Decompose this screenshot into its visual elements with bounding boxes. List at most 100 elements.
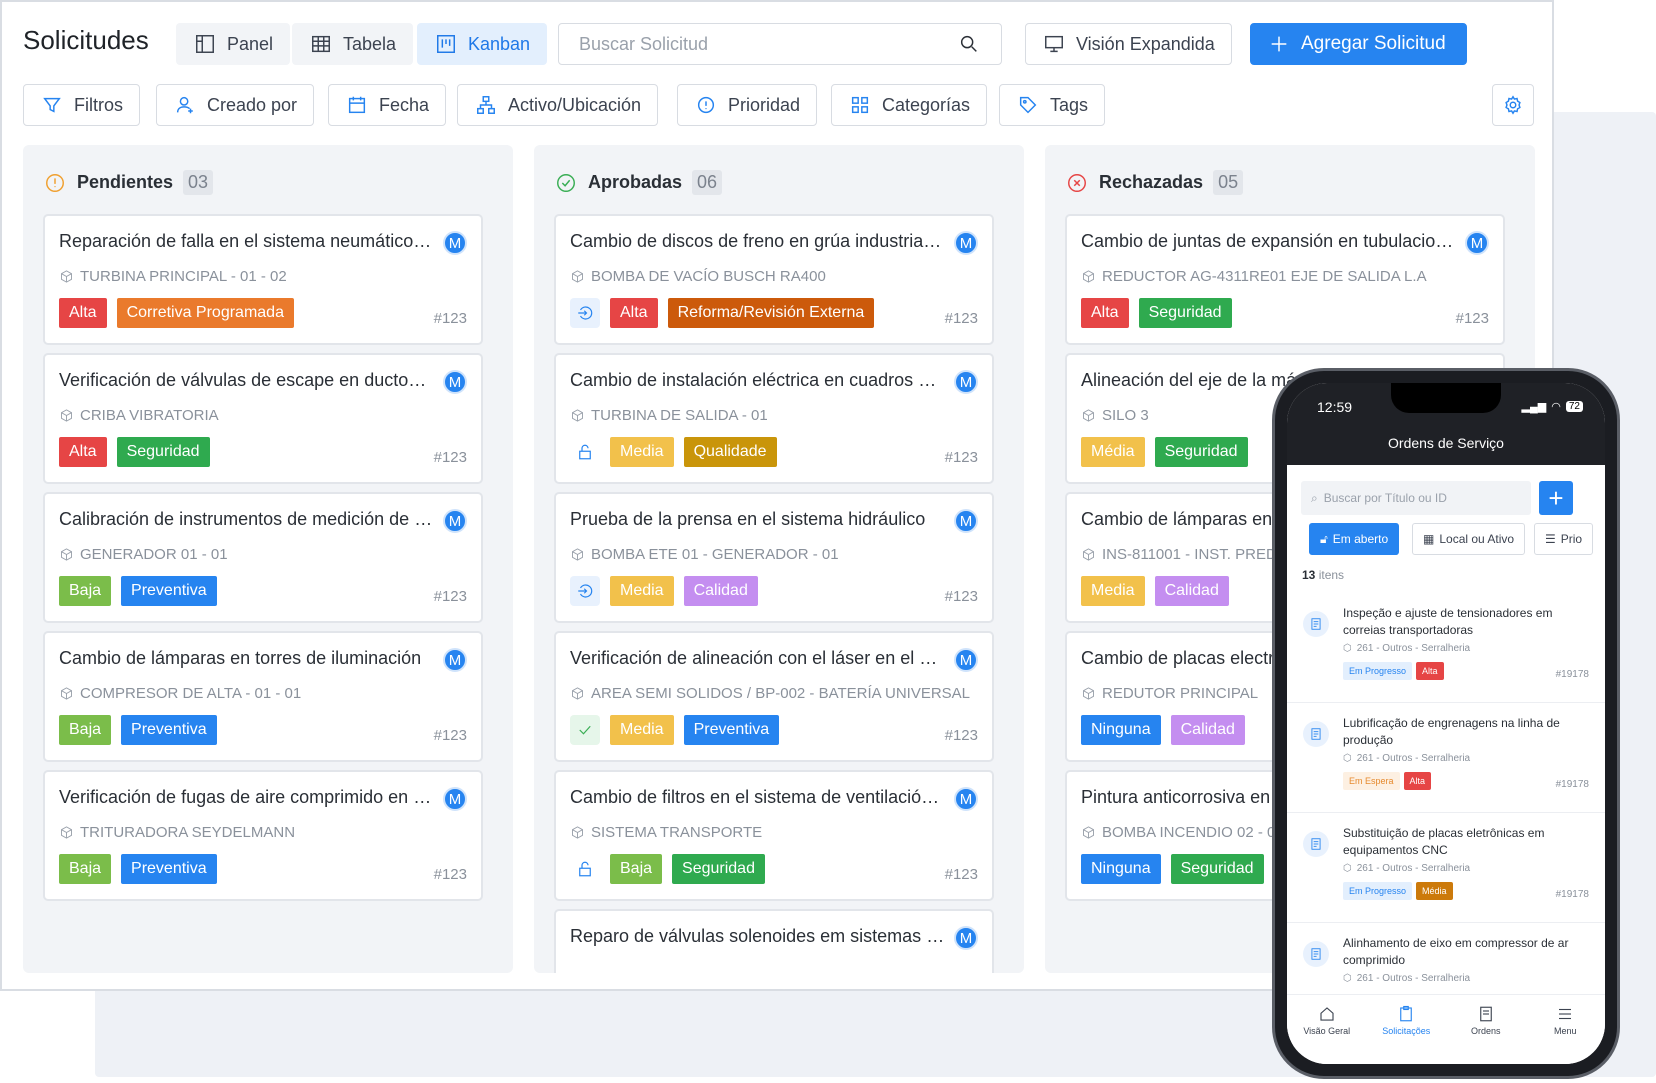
nav-menu[interactable]: Menu bbox=[1530, 1005, 1600, 1064]
chip-label: Local ou Ativo bbox=[1439, 532, 1515, 546]
avatar[interactable]: M bbox=[443, 231, 467, 255]
avatar[interactable]: M bbox=[443, 509, 467, 533]
funnel-icon bbox=[40, 93, 64, 117]
kanban-icon bbox=[434, 32, 458, 56]
view-kanban-button[interactable]: Kanban bbox=[417, 23, 548, 65]
nav-overview[interactable]: Visão Geral bbox=[1292, 1005, 1362, 1064]
avatar[interactable]: M bbox=[443, 370, 467, 394]
request-card[interactable]: Verificación de alineación con el láser … bbox=[554, 631, 994, 762]
priority-tag: Media bbox=[610, 437, 674, 467]
cube-icon: ⬡ bbox=[1343, 643, 1352, 654]
add-request-button[interactable]: Agregar Solicitud bbox=[1250, 23, 1467, 65]
asset-label: TRITURADORA SEYDELMANN bbox=[80, 824, 296, 841]
date-filter[interactable]: Fecha bbox=[328, 84, 447, 126]
request-card[interactable]: Cambio de filtros en el sistema de venti… bbox=[554, 770, 994, 901]
view-table-button[interactable]: Tabela bbox=[292, 23, 414, 65]
column-aprobadas: Aprobadas 06 Cambio de discos de freno e… bbox=[534, 145, 1024, 973]
nav-label: Menu bbox=[1553, 1026, 1577, 1036]
avatar[interactable]: M bbox=[954, 648, 978, 672]
list-item[interactable]: Substituição de placas eletrônicas em eq… bbox=[1287, 813, 1605, 923]
priority-filter[interactable]: Prioridad bbox=[677, 84, 818, 126]
check-circle-icon bbox=[554, 171, 578, 195]
card-asset: SISTEMA TRANSPORTE bbox=[570, 824, 762, 841]
phone-header: 12:59 ▂▄▆ ◠ 72 Ordens de Serviço bbox=[1287, 383, 1605, 465]
priority-badge: Alta bbox=[1403, 772, 1432, 790]
column-count: 06 bbox=[692, 170, 723, 195]
calendar-icon: ▦ bbox=[1423, 532, 1435, 546]
categories-label: Categorías bbox=[882, 94, 971, 115]
priority-label: Prioridad bbox=[728, 94, 801, 115]
plus-icon bbox=[1267, 32, 1291, 56]
search-placeholder: Buscar Solicitud bbox=[579, 33, 709, 54]
expanded-view-button[interactable]: Visión Expandida bbox=[1025, 23, 1232, 65]
category-tag: Calidad bbox=[1154, 576, 1229, 606]
item-count-number: 13 bbox=[1302, 568, 1316, 582]
phone-search-input[interactable]: ⌕ Buscar por Título ou ID bbox=[1301, 481, 1531, 515]
card-number: #123 bbox=[944, 449, 978, 466]
warning-icon bbox=[43, 171, 67, 195]
card-number: #123 bbox=[433, 310, 467, 327]
cube-icon bbox=[1083, 687, 1094, 700]
avatar[interactable]: M bbox=[954, 370, 978, 394]
item-number: #19178 bbox=[1555, 889, 1589, 900]
card-asset: GENERADOR 01 - 01 bbox=[59, 546, 228, 563]
item-title: Inspeção e ajuste de tensionadores em co… bbox=[1343, 606, 1553, 637]
card-title: Prueba de la prensa en el sistema hidráu… bbox=[570, 509, 926, 529]
cube-icon bbox=[61, 548, 72, 561]
request-card[interactable]: Cambio de juntas de expansión en tubulac… bbox=[1065, 214, 1505, 345]
document-icon bbox=[1479, 1006, 1492, 1022]
nav-requests[interactable]: Solicitações bbox=[1371, 1005, 1441, 1064]
chip-open[interactable]: 🔓︎ Em aberto bbox=[1309, 523, 1400, 555]
avatar[interactable]: M bbox=[954, 509, 978, 533]
hierarchy-icon bbox=[474, 93, 498, 117]
page-title: Solicitudes bbox=[23, 25, 149, 55]
phone-title: Ordens de Serviço bbox=[1388, 435, 1504, 451]
column-header: Pendientes 03 bbox=[43, 170, 214, 195]
tags-filter[interactable]: Tags bbox=[999, 84, 1106, 126]
avatar[interactable]: M bbox=[443, 787, 467, 811]
categories-filter[interactable]: Categorías bbox=[831, 84, 988, 126]
avatar[interactable]: M bbox=[954, 926, 978, 950]
avatar[interactable]: M bbox=[1465, 231, 1489, 255]
nav-orders[interactable]: Ordens bbox=[1451, 1005, 1521, 1064]
chip-location[interactable]: ▦ Local ou Ativo bbox=[1412, 523, 1526, 555]
card-title: Cambio de filtros en el sistema de venti… bbox=[570, 787, 945, 807]
created-by-filter[interactable]: Creado por bbox=[156, 84, 315, 126]
asset-location-filter[interactable]: Activo/Ubicación bbox=[457, 84, 659, 126]
avatar[interactable]: M bbox=[443, 648, 467, 672]
phone-bottom-nav: Visão Geral Solicitações Ordens Menu bbox=[1287, 994, 1605, 1064]
home-icon bbox=[1320, 1007, 1334, 1021]
view-panel-button[interactable]: Panel bbox=[176, 23, 291, 65]
settings-button[interactable] bbox=[1492, 84, 1534, 126]
phone-add-button[interactable]: + bbox=[1539, 481, 1573, 515]
chip-priority[interactable]: ☰ Prio bbox=[1534, 523, 1594, 555]
request-card[interactable]: Reparación de falla en el sistema neumát… bbox=[43, 214, 483, 345]
card-asset: CRIBA VIBRATORIA bbox=[59, 407, 219, 424]
list-item[interactable]: Lubrificação de engrenagens na linha de … bbox=[1287, 703, 1605, 813]
asset-label: INS-811001 - INST. PRED bbox=[1102, 546, 1277, 563]
request-card[interactable]: Verificación de válvulas de escape en du… bbox=[43, 353, 483, 484]
column-pendientes: Pendientes 03 Reparación de falla en el … bbox=[23, 145, 513, 973]
item-asset: ⬡ 261 - Outros - Serralheria bbox=[1343, 753, 1470, 764]
card-title: Cambio de discos de freno en grúa indust… bbox=[570, 231, 945, 251]
avatar[interactable]: M bbox=[954, 231, 978, 255]
login-icon bbox=[570, 298, 600, 328]
request-card[interactable]: Verificación de fugas de aire comprimido… bbox=[43, 770, 483, 901]
avatar[interactable]: M bbox=[954, 787, 978, 811]
wifi-icon: ◠ bbox=[1551, 401, 1561, 413]
filter-button[interactable]: Filtros bbox=[23, 84, 140, 126]
request-card[interactable]: Cambio de instalación eléctrica en cuadr… bbox=[554, 353, 994, 484]
cube-icon: ⬡ bbox=[1343, 973, 1352, 984]
search-input[interactable]: Buscar Solicitud bbox=[558, 23, 1002, 65]
list-item[interactable]: Inspeção e ajuste de tensionadores em co… bbox=[1287, 593, 1605, 703]
request-card[interactable]: Prueba de la prensa en el sistema hidráu… bbox=[554, 492, 994, 623]
request-card[interactable]: Calibración de instrumentos de medición … bbox=[43, 492, 483, 623]
cube-icon bbox=[1083, 548, 1094, 561]
request-card[interactable]: Cambio de lámparas en torres de iluminac… bbox=[43, 631, 483, 762]
column-title: Aprobadas bbox=[588, 172, 683, 192]
cube-icon bbox=[61, 826, 72, 839]
card-number: #123 bbox=[944, 866, 978, 883]
request-card[interactable]: Cambio de discos de freno en grúa indust… bbox=[554, 214, 994, 345]
request-card[interactable]: Reparo de válvulas solenoides em sistema… bbox=[554, 909, 994, 973]
card-asset: TURBINA DE SALIDA - 01 bbox=[570, 407, 768, 424]
